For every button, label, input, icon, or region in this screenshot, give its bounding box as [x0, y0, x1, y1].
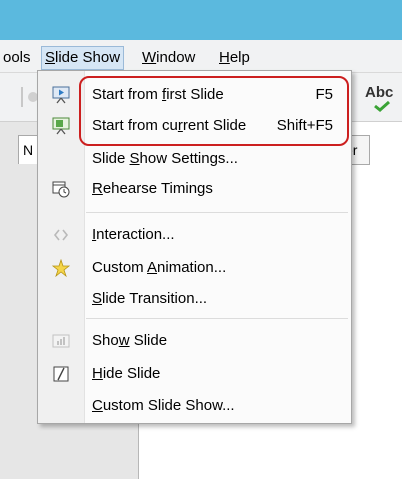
- slideshow-play-icon: [52, 86, 70, 104]
- menu-item-custom-slide-show[interactable]: Custom Slide Show...: [38, 392, 351, 420]
- menu-item-label: Custom Slide Show...: [92, 397, 235, 414]
- menu-separator: [86, 318, 348, 319]
- menu-item-label: Hide Slide: [92, 365, 161, 382]
- menu-item-label: Slide Transition...: [92, 290, 208, 307]
- menu-tools[interactable]: ools: [0, 47, 34, 69]
- spellcheck-label: Abc: [365, 84, 394, 101]
- checkmark-icon: [374, 100, 390, 112]
- custom-animation-icon: [52, 259, 70, 277]
- hide-slide-icon: [53, 366, 69, 382]
- show-slide-icon: [52, 334, 70, 348]
- slideshow-current-icon: [52, 117, 70, 135]
- rehearse-timings-icon: [52, 181, 70, 198]
- menu-item-label: Show Slide: [92, 332, 168, 349]
- spellcheck-button[interactable]: Abc: [363, 82, 397, 116]
- menu-bar: ools Slide Show Window Help: [0, 40, 402, 73]
- highlight-annotation: [79, 76, 349, 146]
- menu-item-label: Rehearse Timings: [92, 180, 213, 197]
- menu-item-custom-animation[interactable]: Custom Animation...: [38, 254, 351, 282]
- menu-item-interaction: Interaction...: [38, 221, 351, 249]
- menu-slide-show[interactable]: Slide Show: [41, 46, 125, 70]
- menu-item-slide-transition[interactable]: Slide Transition...: [38, 285, 351, 313]
- menu-item-hide-slide[interactable]: Hide Slide: [38, 360, 351, 388]
- menu-item-label: Interaction...: [92, 226, 175, 243]
- menu-help[interactable]: Help: [216, 47, 253, 69]
- menu-item-label: Slide Show Settings...: [92, 150, 238, 167]
- interaction-icon: [53, 229, 69, 241]
- menu-item-slide-show-settings[interactable]: Slide Show Settings...: [38, 145, 351, 173]
- menu-separator: [86, 212, 348, 213]
- menu-item-show-slide: Show Slide: [38, 327, 351, 355]
- menu-item-rehearse-timings[interactable]: Rehearse Timings: [38, 175, 351, 203]
- menu-window[interactable]: Window: [139, 47, 198, 69]
- window-titlebar: [0, 0, 402, 40]
- menu-item-label: Custom Animation...: [92, 259, 227, 276]
